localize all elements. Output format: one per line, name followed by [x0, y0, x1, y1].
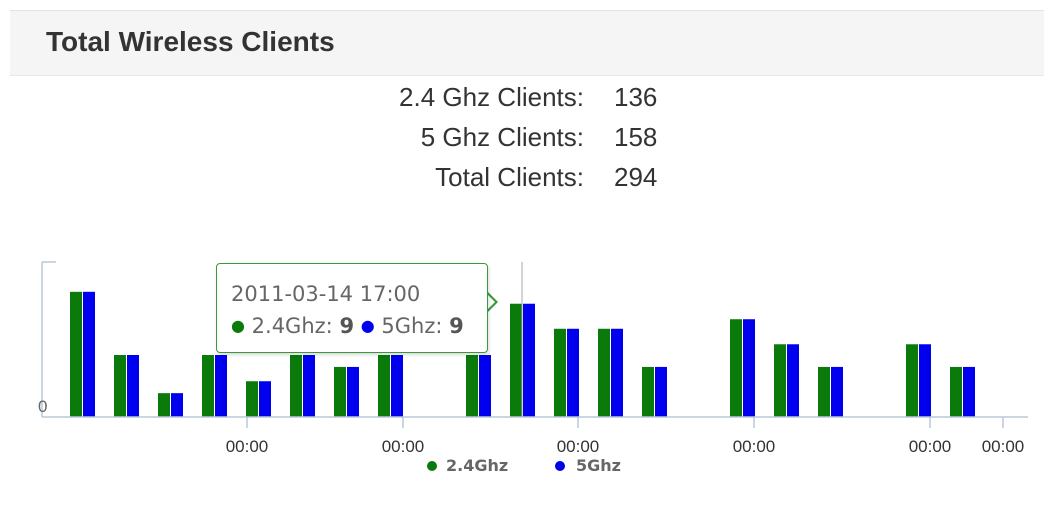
chart-tooltip: 2011-03-14 17:00 ● 2.4Ghz: 9 ● 5Ghz: 9 [216, 263, 488, 353]
bar-24ghz[interactable] [466, 355, 478, 417]
tooltip-series-name: 5Ghz [381, 314, 436, 338]
bar-5ghz[interactable] [479, 355, 491, 417]
bar-24ghz[interactable] [554, 328, 566, 417]
bar-5ghz[interactable] [963, 366, 975, 417]
bar-24ghz[interactable] [818, 366, 830, 417]
legend-label: 2.4Ghz [446, 456, 508, 475]
bar-24ghz[interactable] [642, 366, 654, 417]
x-tick-label: 00:00 [226, 437, 269, 456]
x-tick-label: 00:00 [382, 437, 425, 456]
bar-5ghz[interactable] [259, 381, 271, 417]
bar-5ghz[interactable] [787, 344, 799, 417]
bar-24ghz[interactable] [246, 381, 258, 417]
tooltip-series-value: 9 [449, 314, 464, 338]
bar-24ghz[interactable] [290, 355, 302, 417]
x-tick-label: 00:00 [909, 437, 952, 456]
bar-24ghz[interactable] [950, 366, 962, 417]
x-tick-label: 00:00 [982, 437, 1025, 456]
bar-24ghz[interactable] [510, 303, 522, 417]
bar-24ghz[interactable] [774, 344, 786, 417]
bar-5ghz[interactable] [303, 355, 315, 417]
bar-24ghz[interactable] [378, 355, 390, 417]
y-tick-label: 0 [38, 397, 47, 416]
bar-24ghz[interactable] [202, 355, 214, 417]
bar-5ghz[interactable] [655, 366, 667, 417]
bar-5ghz[interactable] [347, 366, 359, 417]
legend-item-5ghz[interactable]: 5Ghz [555, 456, 621, 475]
legend-dot [427, 461, 437, 471]
clients-bar-chart[interactable]: 0 00:00 00:00 00:00 00:00 00:00 00:00 2.4Ghz … [0, 0, 1054, 516]
bar-24ghz[interactable] [730, 319, 742, 417]
legend-dot [555, 461, 565, 471]
tooltip-values: ● 2.4Ghz: 9 ● 5Ghz: 9 [231, 314, 464, 338]
tooltip-dot-5ghz: ● [360, 316, 375, 335]
tooltip-date: 2011-03-14 17:00 [231, 282, 421, 306]
tooltip-dot-24ghz: ● [231, 316, 245, 335]
bar-24ghz[interactable] [114, 355, 126, 417]
bar-24ghz[interactable] [70, 291, 82, 417]
tooltip-series-name: 2.4Ghz [251, 314, 326, 338]
bar-5ghz[interactable] [611, 328, 623, 417]
bar-5ghz[interactable] [215, 355, 227, 417]
chart-legend: 2.4Ghz 5Ghz [427, 456, 621, 475]
tooltip-series-value: 9 [339, 314, 355, 338]
legend-label: 5Ghz [576, 456, 621, 475]
bar-5ghz[interactable] [743, 319, 755, 417]
x-tick-label: 00:00 [557, 437, 600, 456]
x-tick-label: 00:00 [733, 437, 776, 456]
bar-24ghz[interactable] [598, 328, 610, 417]
bar-5ghz[interactable] [83, 291, 95, 417]
bar-5ghz[interactable] [523, 303, 535, 417]
bar-5ghz[interactable] [127, 355, 139, 417]
x-axis-ticks: 00:00 00:00 00:00 00:00 00:00 00:00 [226, 417, 1025, 456]
bar-5ghz[interactable] [171, 393, 183, 417]
bar-5ghz[interactable] [391, 355, 403, 417]
bar-5ghz[interactable] [567, 328, 579, 417]
bar-24ghz[interactable] [334, 366, 346, 417]
bar-24ghz[interactable] [906, 344, 918, 417]
bar-5ghz[interactable] [831, 366, 843, 417]
legend-item-24ghz[interactable]: 2.4Ghz [427, 456, 508, 475]
bar-5ghz[interactable] [919, 344, 931, 417]
bar-24ghz[interactable] [158, 393, 170, 417]
